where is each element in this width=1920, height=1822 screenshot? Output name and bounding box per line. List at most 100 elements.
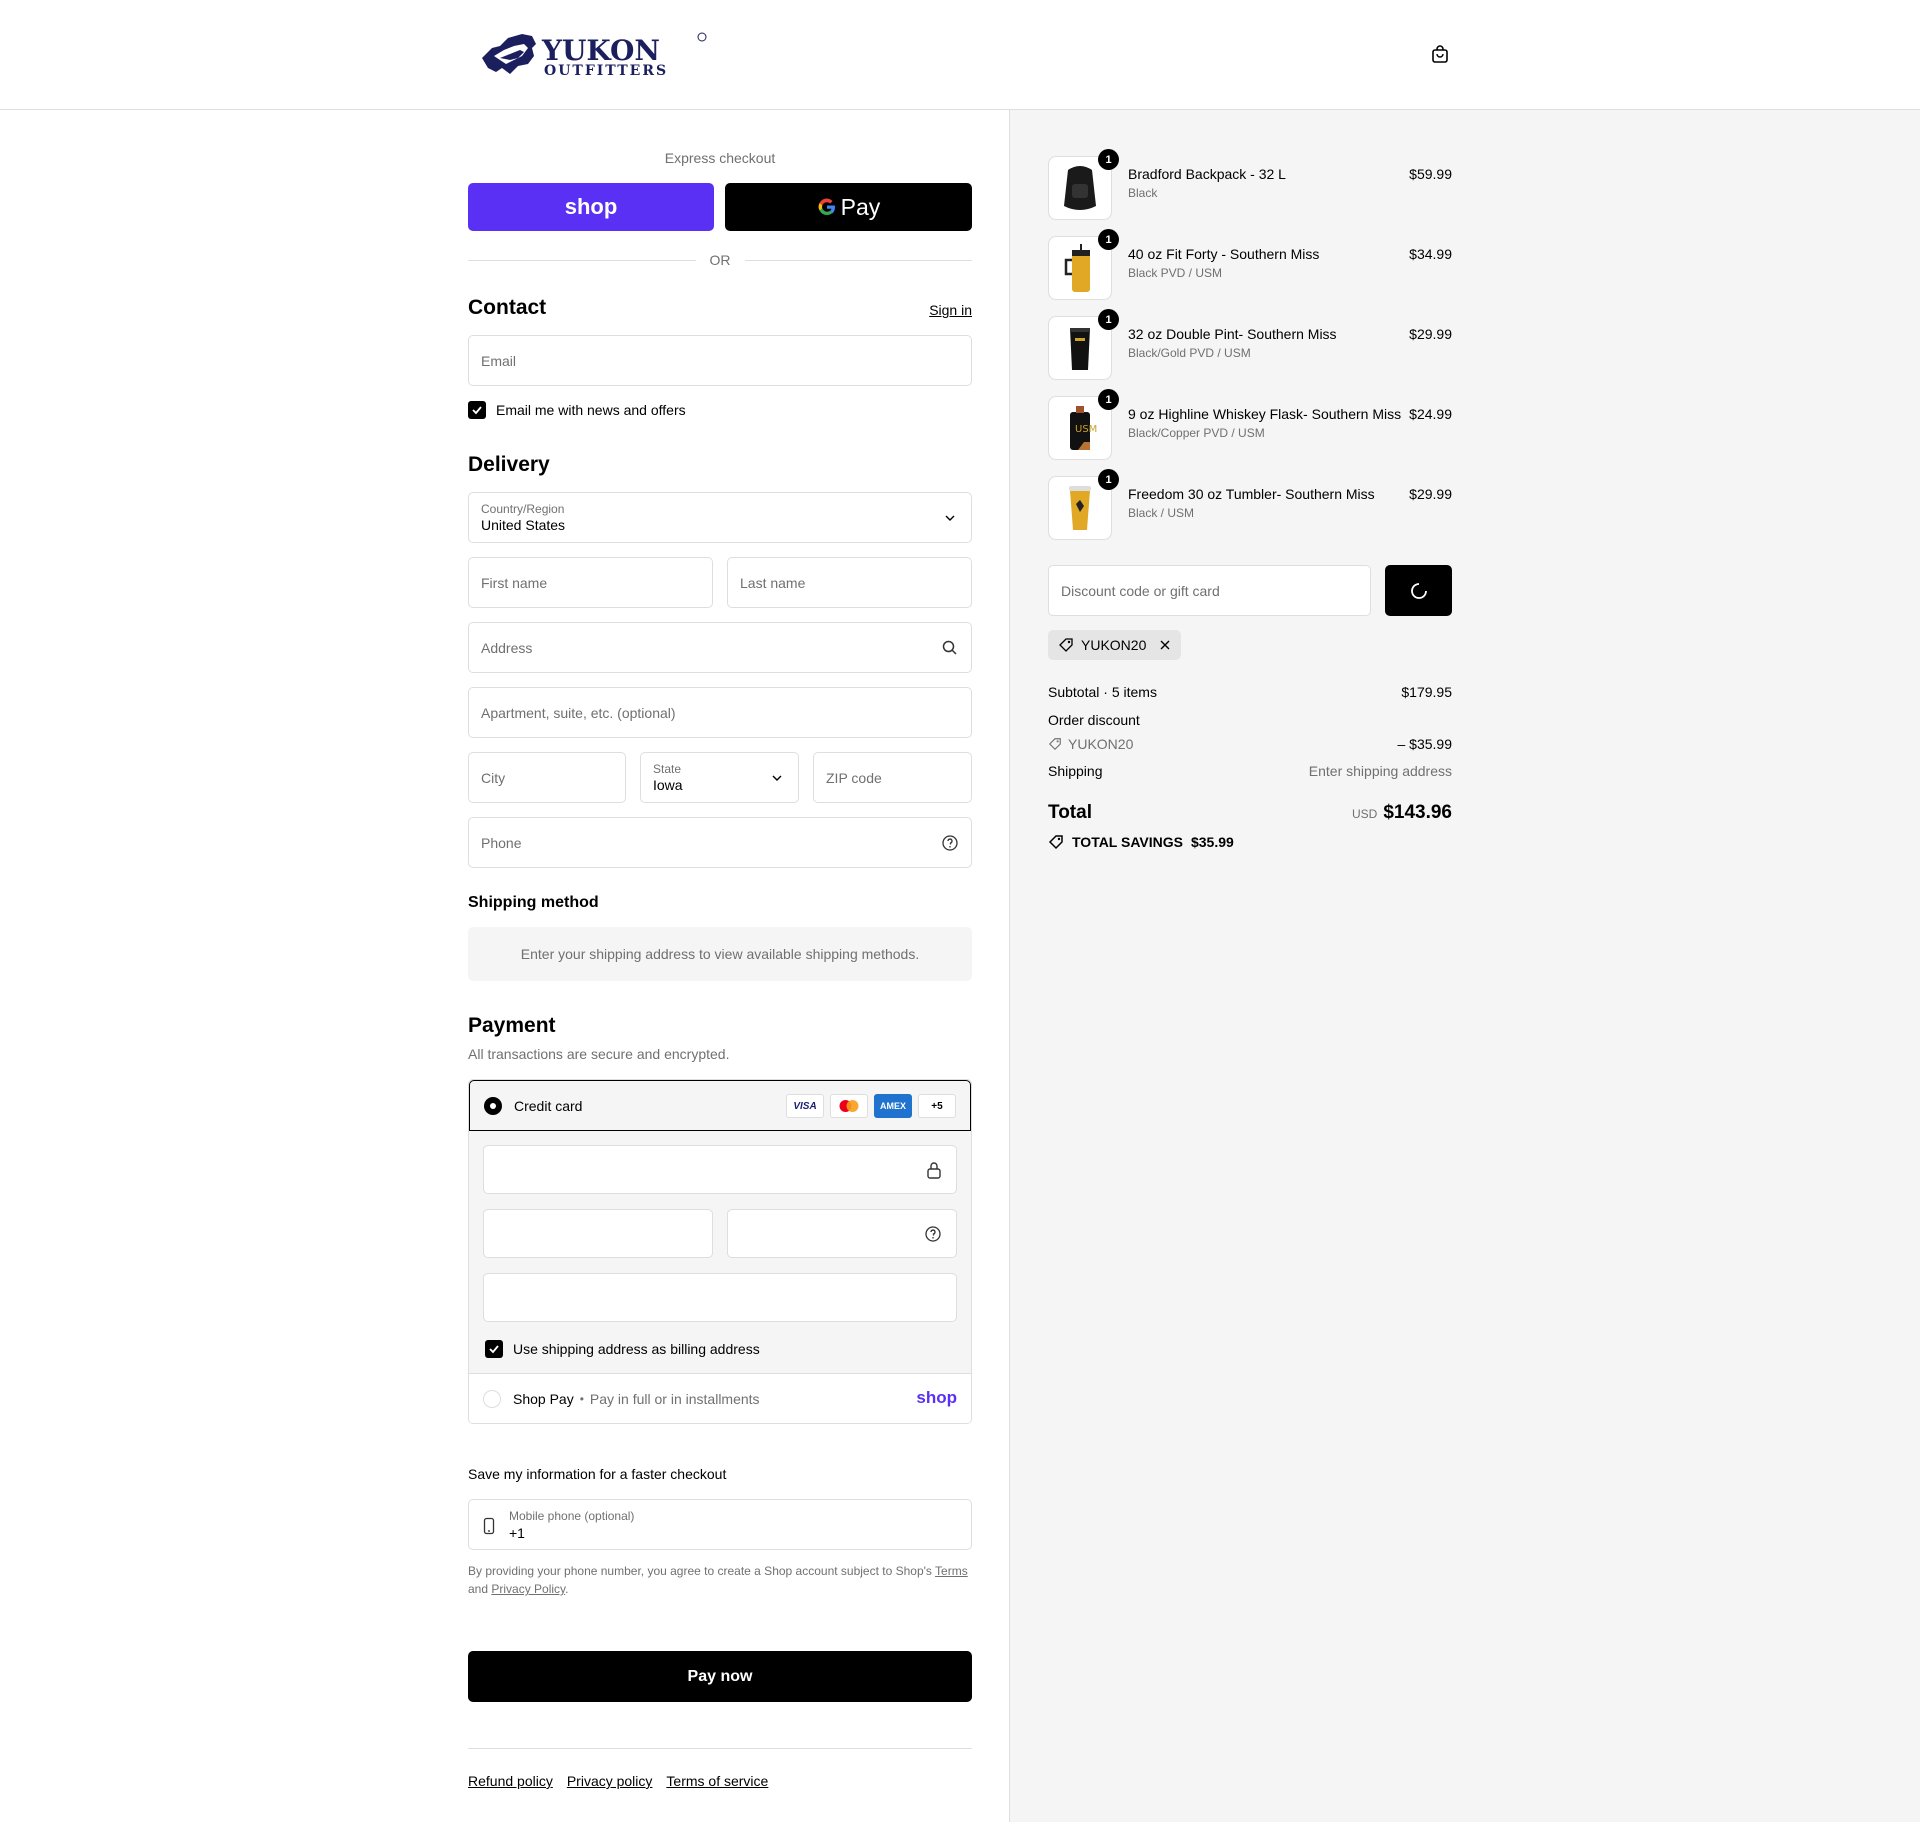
city-input[interactable] [469,753,625,802]
credit-card-option[interactable]: Credit card VISA AMEX +5 [469,1080,971,1131]
cart-item: USM 1 9 oz Highline Whiskey Flask- South… [1048,389,1452,460]
footer-divider [468,1748,972,1749]
help-circle-icon[interactable] [924,1225,942,1243]
discount-code-label: YUKON20 [1068,736,1134,752]
privacy-policy-footer-link[interactable]: Privacy policy [567,1773,653,1789]
privacy-policy-link[interactable]: Privacy Policy [491,1582,565,1596]
apartment-input[interactable] [469,688,971,737]
cart-item: 1 Bradford Backpack - 32 L Black $59.99 [1048,149,1452,220]
state-label: State [653,762,682,776]
shipping-method-title: Shipping method [468,894,599,911]
name-on-card-field[interactable] [483,1273,957,1322]
shipping-methods-placeholder: Enter your shipping address to view avai… [468,927,972,981]
site-header: YUKON OUTFITTERS [0,0,1920,110]
billing-checkbox[interactable] [485,1340,503,1358]
mobile-phone-field[interactable]: Mobile phone (optional) +1 [468,1499,972,1550]
last-name-field[interactable] [727,557,972,608]
help-circle-icon[interactable] [941,834,959,852]
payment-subtitle: All transactions are secure and encrypte… [468,1046,730,1062]
applied-discount-chip: YUKON20 [1048,630,1182,660]
address-input[interactable] [469,623,971,672]
tag-icon [1048,738,1061,751]
email-field[interactable] [468,335,972,386]
credit-card-radio[interactable] [484,1096,502,1115]
news-checkbox-row[interactable]: Email me with news and offers [468,401,686,419]
shopping-bag-icon [1432,45,1448,63]
first-name-field[interactable] [468,557,713,608]
order-discount-row: Order discount [1048,712,1452,728]
mobile-phone-value[interactable]: +1 [509,1525,525,1541]
subtotal-value: $179.95 [1401,684,1452,700]
country-label: Country/Region [481,502,565,516]
shop-pay-radio[interactable] [483,1389,501,1408]
sign-in-link[interactable]: Sign in [929,302,972,318]
apartment-field[interactable] [468,687,972,738]
email-input[interactable] [469,336,971,385]
shipping-value: Enter shipping address [1308,763,1452,779]
quantity-badge: 1 [1098,469,1119,490]
item-name: Bradford Backpack - 32 L [1128,166,1286,182]
tag-icon [1059,638,1073,652]
item-variant: Black/Copper PVD / USM [1128,426,1265,440]
country-value: United States [481,517,566,533]
amex-icon: AMEX [874,1094,912,1118]
discount-input[interactable] [1049,566,1370,615]
delivery-title: Delivery [468,453,550,476]
chevron-down-icon [945,515,955,521]
or-divider: OR [468,250,972,270]
news-checkbox[interactable] [468,401,486,419]
svg-text:USM: USM [1075,424,1097,435]
google-pay-label: Pay [840,193,881,220]
security-code-field[interactable] [727,1209,957,1258]
cart-item: 1 40 oz Fit Forty - Southern Miss Black … [1048,229,1452,300]
city-field[interactable] [468,752,626,803]
phone-field[interactable] [468,817,972,868]
cart-button[interactable] [1426,40,1454,68]
mobile-phone-label: Mobile phone (optional) [509,1509,635,1523]
total-savings-label: TOTAL SAVINGS [1072,834,1183,850]
country-select[interactable]: Country/Region United States [468,492,972,543]
refund-policy-link[interactable]: Refund policy [468,1773,553,1789]
item-name: Freedom 30 oz Tumbler- Southern Miss [1128,486,1375,502]
quantity-badge: 1 [1098,389,1119,410]
phone-input[interactable] [469,818,971,867]
discount-field[interactable] [1048,565,1371,616]
item-price: $29.99 [1409,326,1452,342]
zip-input[interactable] [814,753,971,802]
pay-now-button[interactable]: Pay now [468,1651,972,1702]
contact-title: Contact [468,296,547,319]
last-name-input[interactable] [728,558,971,607]
card-brand-badges: VISA AMEX +5 [786,1094,956,1118]
order-discount-label: Order discount [1048,712,1140,728]
expiration-date-field[interactable] [483,1209,713,1258]
address-field[interactable] [468,622,972,673]
item-variant: Black/Gold PVD / USM [1128,346,1251,360]
loading-spinner-icon [1410,582,1427,599]
item-name: 32 oz Double Pint- Southern Miss [1128,326,1337,342]
billing-checkbox-row[interactable]: Use shipping address as billing address [485,1340,760,1358]
shop-pay-button[interactable]: shop [468,183,714,231]
apply-discount-button[interactable] [1385,565,1452,616]
first-name-input[interactable] [469,558,712,607]
state-select[interactable]: State Iowa [640,752,799,803]
pint-cup-image-icon [1070,328,1090,370]
item-price: $24.99 [1409,406,1452,422]
total-row: Total USD $143.96 [1048,802,1452,830]
terms-link[interactable]: Terms [935,1564,968,1578]
currency-code: USD [1351,807,1378,821]
and-text: and [468,1582,489,1596]
chevron-down-icon [772,775,782,781]
yukon-logo[interactable]: YUKON OUTFITTERS [478,28,708,82]
subtotal-label: Subtotal · 5 items [1048,684,1157,700]
subtotal-row: Subtotal · 5 items $179.95 [1048,684,1452,700]
terms-of-service-link[interactable]: Terms of service [666,1773,768,1789]
google-pay-button[interactable]: Pay [725,183,972,231]
card-number-field[interactable] [483,1145,957,1194]
close-icon[interactable] [1159,639,1171,651]
zip-field[interactable] [813,752,972,803]
visa-icon: VISA [786,1094,824,1118]
logo-sub-text: OUTFITTERS [544,63,668,79]
shop-pay-option[interactable]: Shop Pay • Pay in full or in installment… [469,1373,971,1423]
lock-icon [927,1162,941,1179]
credit-card-label: Credit card [514,1097,583,1114]
